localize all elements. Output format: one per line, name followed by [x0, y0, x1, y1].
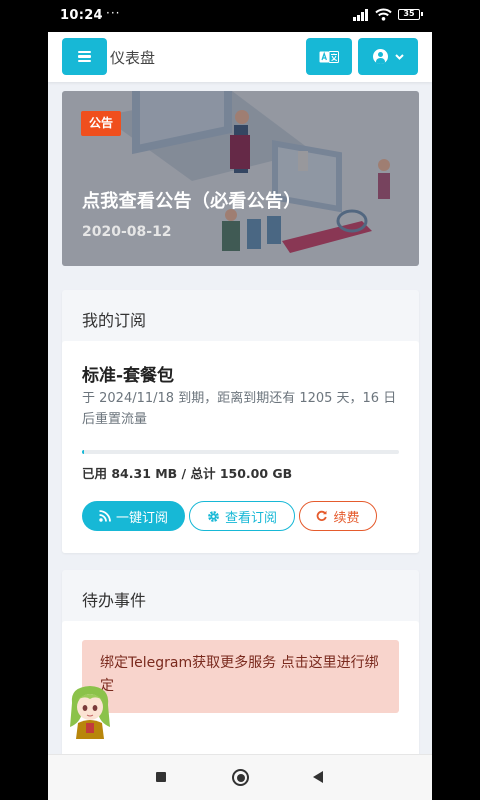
- redo-icon: [317, 510, 328, 521]
- status-bar: 10:24 ··· 35: [0, 0, 480, 32]
- subscription-card: 我的订阅 标准-套餐包 于 2024/11/18 到期，距离到期还有 1205 …: [62, 290, 419, 553]
- plan-description: 于 2024/11/18 到期，距离到期还有 1205 天，16 日后重置流量: [82, 391, 397, 427]
- battery-level: 35: [403, 9, 415, 18]
- wifi-icon: [375, 8, 392, 21]
- system-nav-bar: [48, 754, 432, 800]
- view-subscription-button[interactable]: 查看订阅: [189, 501, 295, 531]
- menu-button[interactable]: [62, 38, 107, 75]
- recent-apps-icon[interactable]: [156, 772, 166, 782]
- announcement-badge: 公告: [81, 111, 122, 136]
- app-viewport: 仪表盘 公告 点我查看公告（必看公告） 2020-08-12 我的订阅 标准-套…: [48, 32, 432, 754]
- back-icon[interactable]: [313, 771, 323, 783]
- renew-label: 续费: [333, 510, 360, 526]
- top-header: 仪表盘: [48, 32, 432, 82]
- announcement-title[interactable]: 点我查看公告（必看公告）: [82, 187, 302, 213]
- battery-icon: 35: [398, 9, 423, 20]
- todo-card-body: 绑定Telegram获取更多服务 点击这里进行绑定: [62, 621, 419, 754]
- menu-icon: [78, 51, 91, 62]
- status-time: 10:24: [60, 8, 103, 23]
- telegram-bind-alert[interactable]: 绑定Telegram获取更多服务 点击这里进行绑定: [82, 640, 399, 713]
- view-subscription-label: 查看订阅: [224, 510, 277, 526]
- home-icon[interactable]: [232, 769, 249, 786]
- traffic-usage-text: 已用 84.31 MB / 总计 150.00 GB: [82, 466, 293, 481]
- todo-card-title: 待办事件: [82, 591, 147, 610]
- plan-name: 标准-套餐包: [82, 366, 175, 386]
- status-dots: ···: [106, 6, 121, 20]
- mascot-avatar[interactable]: [66, 683, 114, 741]
- signal-icon: [353, 8, 368, 21]
- user-icon: [372, 49, 388, 64]
- traffic-progress-fill: [82, 450, 84, 454]
- user-menu-button[interactable]: [358, 38, 418, 75]
- chevron-down-icon: [394, 53, 404, 60]
- subscription-card-body: 标准-套餐包 于 2024/11/18 到期，距离到期还有 1205 天，16 …: [62, 341, 419, 553]
- one-click-subscribe-label: 一键订阅: [115, 510, 168, 526]
- rss-icon: [99, 510, 111, 522]
- subscription-card-title: 我的订阅: [82, 311, 147, 330]
- one-click-subscribe-button[interactable]: 一键订阅: [82, 501, 185, 531]
- todo-card: 待办事件 绑定Telegram获取更多服务 点击这里进行绑定: [62, 570, 419, 754]
- announcement-banner[interactable]: 公告 点我查看公告（必看公告） 2020-08-12: [62, 91, 419, 266]
- announcement-date: 2020-08-12: [82, 224, 172, 240]
- language-button[interactable]: [306, 38, 352, 75]
- translate-icon: [319, 50, 339, 63]
- traffic-progress-bar: [82, 450, 399, 454]
- gear-icon: [208, 510, 219, 522]
- renew-button[interactable]: 续费: [299, 501, 377, 531]
- page-title: 仪表盘: [110, 49, 156, 67]
- status-icons: 35: [353, 8, 423, 21]
